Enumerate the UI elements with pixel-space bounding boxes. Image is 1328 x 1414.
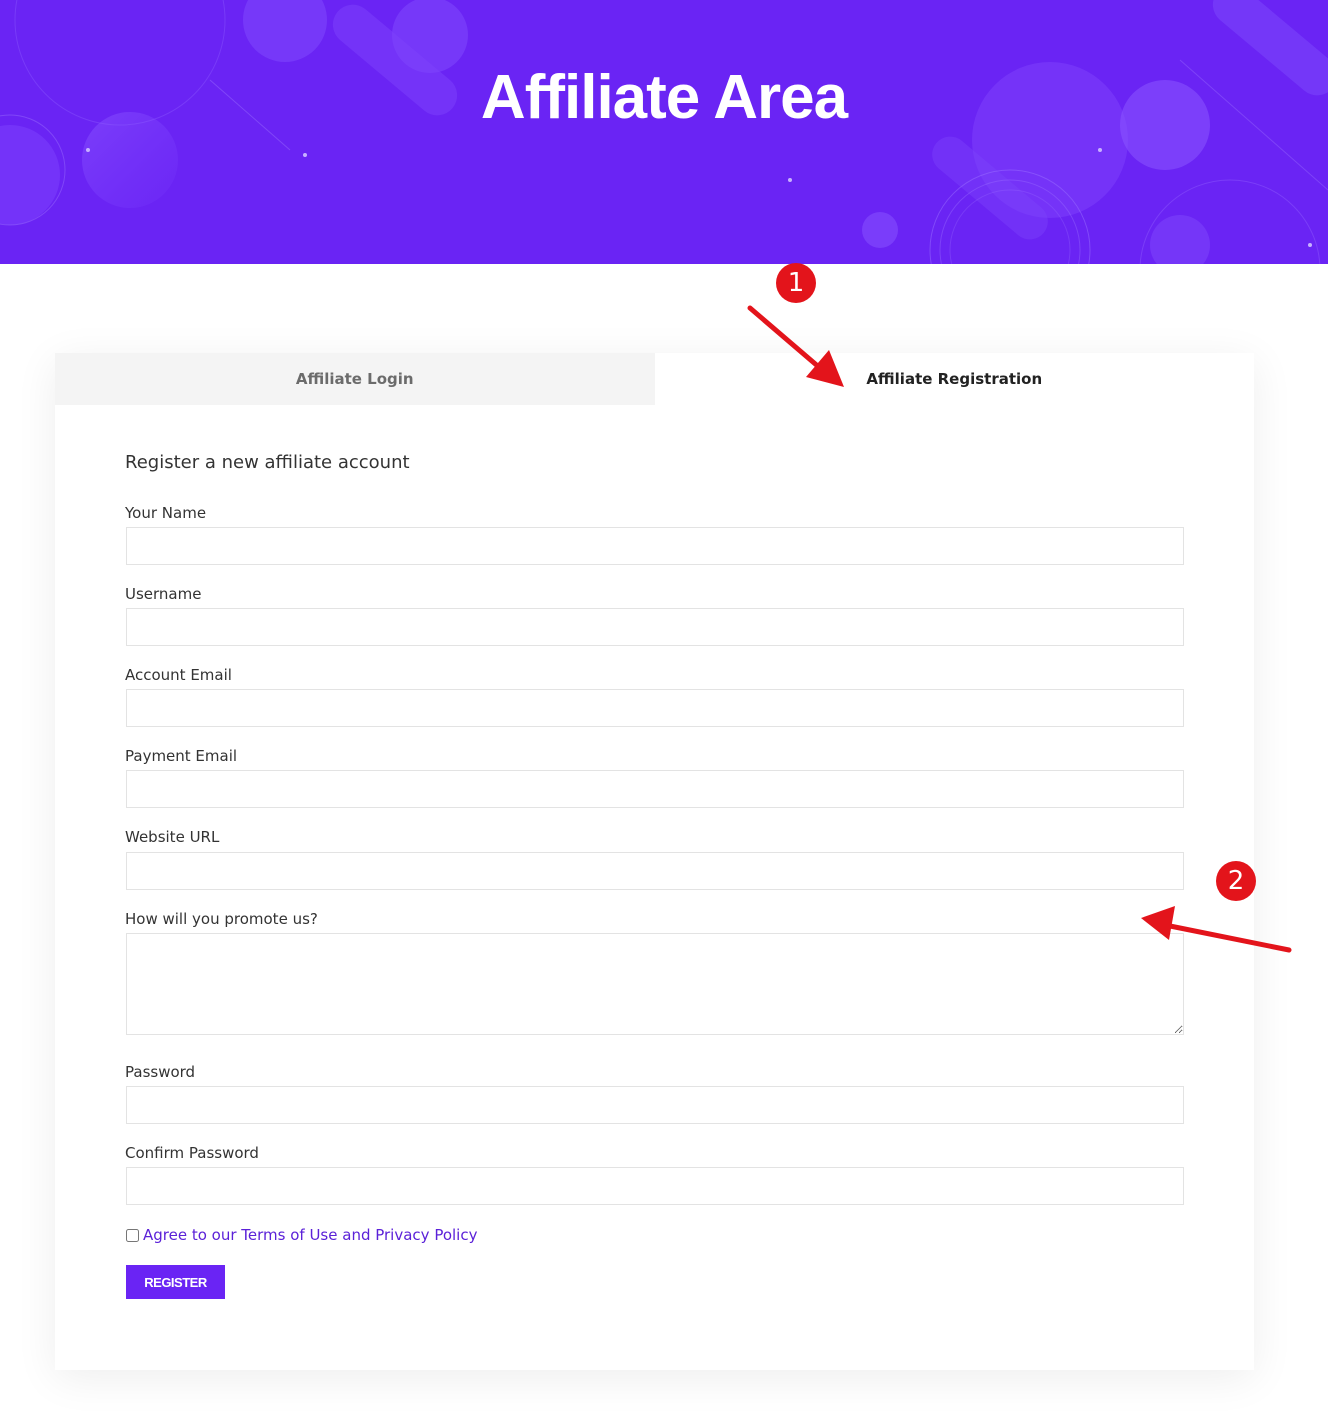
account-email-input[interactable] xyxy=(126,689,1184,727)
hero-banner: Affiliate Area xyxy=(0,0,1328,264)
register-button[interactable]: REGISTER xyxy=(126,1265,225,1299)
website-url-label: Website URL xyxy=(125,828,220,846)
password-input[interactable] xyxy=(126,1086,1184,1124)
username-label: Username xyxy=(125,585,202,603)
tab-affiliate-registration[interactable]: Affiliate Registration xyxy=(654,353,1254,405)
confirm-password-label: Confirm Password xyxy=(125,1144,259,1162)
affiliate-card: Affiliate Login Affiliate Registration R… xyxy=(55,353,1254,1370)
annotation-badge-2: 2 xyxy=(1216,861,1256,901)
payment-email-label: Payment Email xyxy=(125,747,238,765)
password-label: Password xyxy=(125,1063,196,1081)
promote-label: How will you promote us? xyxy=(125,910,318,928)
promote-textarea[interactable] xyxy=(126,933,1184,1035)
account-email-label: Account Email xyxy=(125,666,232,684)
your-name-input[interactable] xyxy=(126,527,1184,565)
tab-bar: Affiliate Login Affiliate Registration xyxy=(55,353,1254,405)
form-heading: Register a new affiliate account xyxy=(125,452,410,473)
annotation-badge-1: 1 xyxy=(776,263,816,303)
payment-email-input[interactable] xyxy=(126,770,1184,808)
agree-checkbox[interactable] xyxy=(126,1228,139,1242)
website-url-input[interactable] xyxy=(126,852,1184,890)
confirm-password-input[interactable] xyxy=(126,1167,1184,1205)
tab-affiliate-login[interactable]: Affiliate Login xyxy=(55,353,655,405)
username-input[interactable] xyxy=(126,608,1184,646)
page-title: Affiliate Area xyxy=(480,63,848,132)
your-name-label: Your Name xyxy=(125,504,207,522)
agree-row: Agree to our Terms of Use and Privacy Po… xyxy=(125,1226,477,1244)
terms-privacy-link[interactable]: Agree to our Terms of Use and Privacy Po… xyxy=(143,1226,477,1244)
